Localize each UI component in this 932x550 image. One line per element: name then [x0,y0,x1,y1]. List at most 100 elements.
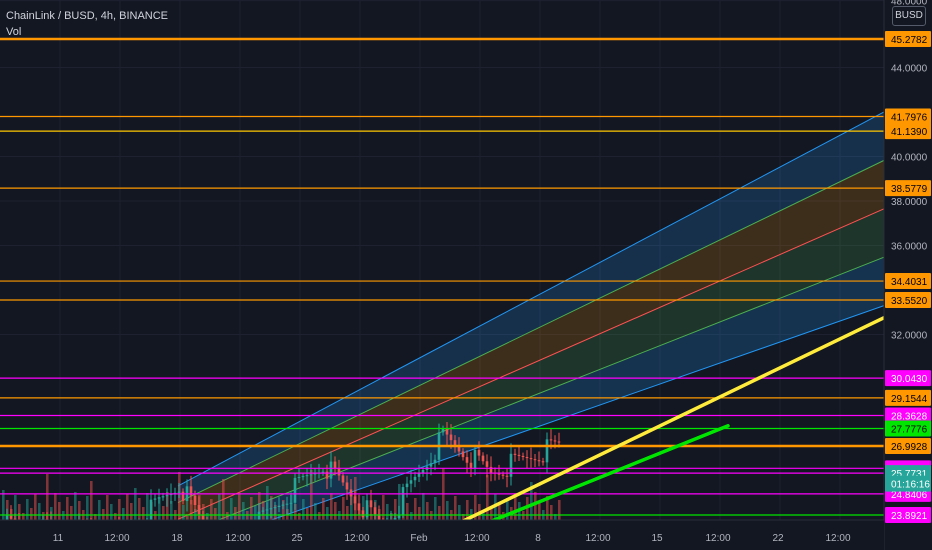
price-chart[interactable]: 44.000040.000038.000036.000032.000048.00… [0,0,932,550]
candle-body [153,498,157,500]
candle-body [329,461,333,479]
candle-body [9,515,13,519]
candle-body [369,500,373,508]
volume-bar [422,493,425,520]
x-tick-label: 12:00 [705,533,730,544]
volume-bar [438,506,441,520]
candle-body [413,476,417,481]
candle-body [405,483,409,488]
candle-body [265,509,269,511]
volume-bar [326,507,329,520]
volume-bar [138,498,141,520]
price-level-badge: 27.7776 [891,425,928,436]
candle-body [537,460,541,462]
volume-bar [550,505,553,520]
candle-body [293,477,297,503]
candle-body [501,474,505,476]
candle-body [521,455,525,458]
candle-body [333,461,337,469]
candle-body [525,457,529,459]
price-level-badge: 45.2782 [891,35,928,46]
x-tick-label: 22 [772,533,784,544]
candle-body [277,505,281,507]
volume-bar [342,497,345,520]
volume-bar [334,502,337,520]
candle-body [517,454,521,456]
volume-bar [126,494,129,520]
volume-bar [446,501,449,520]
price-level-badge: 26.9928 [891,442,928,453]
price-level-badge: 23.8921 [891,511,928,522]
candle-body [345,482,349,490]
x-tick-label: 11 [53,533,64,544]
candle-body [165,495,169,497]
y-tick-label: 44.0000 [891,63,928,74]
volume-bar [54,493,57,520]
volume-bar [382,495,385,520]
volume-bar [38,503,41,520]
candle-body [337,468,341,476]
volume-bar [558,500,561,520]
volume-bar [242,502,245,520]
price-level-badge: 38.5779 [891,184,928,195]
x-tick-label: 18 [171,533,183,544]
volume-bar [218,494,221,520]
candle-body [161,496,165,498]
candle-body [497,473,501,475]
volume-bar [410,512,413,520]
volume-label[interactable]: Vol [6,26,21,38]
x-tick-label: 12:00 [585,533,610,544]
volume-bar [98,500,101,520]
symbol-title[interactable]: ChainLink / BUSD, 4h, BINANCE [6,10,168,22]
volume-bar [122,508,125,520]
candle-body [549,439,553,441]
volume-bar [26,499,29,520]
candle-body [553,440,557,442]
candle-body [441,428,445,433]
candle-body [433,459,437,464]
volume-bar [306,508,309,520]
volume-bar [314,503,317,520]
volume-bar [30,508,33,520]
candle-body [485,461,489,467]
candle-body [473,449,477,469]
candle-body [513,453,517,455]
candle-body [373,507,377,515]
volume-bar [346,506,349,520]
candle-body [557,441,561,443]
price-level-badge: 41.1390 [891,127,928,138]
currency-badge[interactable]: BUSD [892,6,926,26]
volume-bar [58,502,61,520]
volume-bar [90,481,93,520]
volume-bar [426,502,429,520]
candle-body [181,491,185,502]
candle-body [545,439,549,463]
candle-body [409,480,413,484]
volume-bar [130,503,133,520]
x-tick-label: 25 [291,533,303,544]
candle-body [305,475,309,477]
volume-bar [414,498,417,520]
candle-body [177,491,181,493]
candle-body [193,495,197,506]
candle-body [357,503,361,511]
candle-body [197,505,201,515]
volume-bar [66,497,69,520]
volume-bar [214,508,217,520]
candle-body [309,474,313,476]
volume-bar [318,512,321,520]
candle-body [361,510,365,518]
volume-bar [454,496,457,520]
volume-bar [302,499,305,520]
candle-body [353,496,357,504]
x-tick-label: 12:00 [225,533,250,544]
candle-body [481,455,485,462]
volume-bar [146,493,149,520]
candle-body [289,502,293,504]
candle-body [417,473,421,477]
volume-bar [222,479,225,520]
candle-body [285,503,289,505]
x-tick-label: 12:00 [344,533,369,544]
volume-bar [330,493,333,520]
volume-bar [86,496,89,520]
